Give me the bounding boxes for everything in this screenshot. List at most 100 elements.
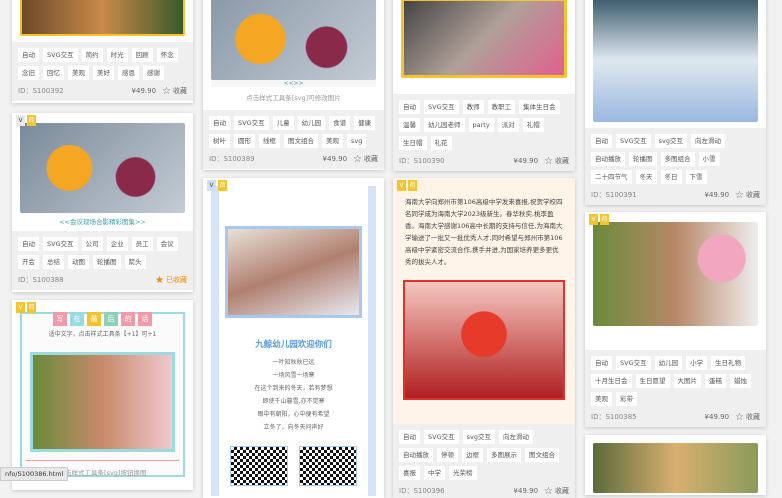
tag[interactable]: 时光	[106, 48, 128, 62]
tag[interactable]: 怀念	[156, 48, 178, 62]
tag[interactable]: 简约	[81, 48, 103, 62]
card-preview[interactable]: 九鲸幼儿园欢迎你们 一叶知秋秋已远 一场风雪一场寒 在这个到来的冬天，若有梦想 …	[203, 178, 384, 498]
template-card[interactable]: <<>> 点击样式工具条[svg]可修改图片 自动 SVG交互 儿童 幼儿园 食谱 健康树…	[203, 0, 384, 170]
tag[interactable]: 动图	[68, 255, 89, 269]
tag[interactable]: 员工	[131, 237, 153, 251]
tag[interactable]: SVG交互	[43, 237, 78, 251]
tag[interactable]: 蛋糕	[705, 374, 726, 388]
tag[interactable]: 美观	[68, 66, 89, 80]
tag[interactable]: 冬天	[635, 170, 657, 184]
tag[interactable]: SVG交互	[616, 356, 651, 370]
tag[interactable]: 线框	[259, 134, 280, 148]
tag[interactable]: 礼花	[430, 136, 452, 150]
tag[interactable]: 生日礼物	[711, 356, 746, 370]
tag[interactable]: 自动播放	[591, 152, 625, 166]
tag[interactable]: 生日愿望	[635, 374, 670, 388]
tag[interactable]: 回忆	[43, 66, 64, 80]
tag[interactable]: 小雪	[698, 152, 720, 166]
tag[interactable]: 感谢	[143, 66, 164, 80]
tag[interactable]: svg交互	[654, 134, 687, 148]
tag[interactable]: 幼儿园	[297, 116, 326, 130]
template-card[interactable]: 自动 SVG交互 简约 时光 回顾 怀念 念旧 回忆 美观 美好 感恩 感谢 ID：S100392 ¥4…	[12, 0, 193, 103]
card-preview[interactable]: <<>> 点击样式工具条[svg]可修改图片	[203, 0, 384, 110]
tag[interactable]: 向左滑动	[690, 134, 725, 148]
tag[interactable]: 儿童	[272, 116, 294, 130]
tag[interactable]: SVG交互	[234, 116, 269, 130]
tag[interactable]: 幼儿园	[654, 356, 683, 370]
tag[interactable]: 自动	[399, 430, 420, 444]
tag[interactable]: 二十四节气	[591, 170, 632, 184]
tag[interactable]: 教师	[462, 100, 484, 114]
tag[interactable]: 开会	[18, 255, 39, 269]
tag[interactable]: SVG交互	[616, 134, 651, 148]
tag[interactable]: 箭头	[124, 255, 146, 269]
tag[interactable]: 冬日	[660, 170, 682, 184]
card-preview[interactable]: <<会议现场合影精彩图集>>	[12, 113, 193, 231]
tag[interactable]: 美观	[591, 392, 612, 406]
tag[interactable]: 教职工	[487, 100, 516, 114]
tag[interactable]: 十月生日会	[591, 374, 632, 388]
tag[interactable]: 下雪	[685, 170, 707, 184]
favorite-button[interactable]: ☆ 收藏	[735, 412, 760, 423]
tag[interactable]: 美观	[322, 134, 343, 148]
favorite-button[interactable]: ★ 已收藏	[155, 275, 187, 286]
tag[interactable]: 图文组合	[284, 134, 318, 148]
tag[interactable]: 轮播图	[93, 255, 121, 269]
tag[interactable]: 感恩	[118, 66, 139, 80]
tag[interactable]: svg交互	[462, 430, 495, 444]
template-card[interactable]: V荷 <<会议现场合影精彩图集>> 自动 SVG交互 公司 企业 员工 会议 开会 总结 动图轮…	[12, 113, 193, 292]
card-preview[interactable]	[585, 212, 766, 350]
card-preview[interactable]	[12, 0, 193, 42]
favorite-button[interactable]: ☆ 收藏	[735, 190, 760, 201]
card-preview[interactable]: 写 在 最 后 的 话 适中文字，点击样式工具条【+1】可+1 点击样式工具条[…	[12, 300, 193, 489]
tag[interactable]: 总结	[43, 255, 64, 269]
tag[interactable]: 幼儿园老师	[424, 118, 465, 132]
tag[interactable]: 自动	[399, 100, 420, 114]
template-card[interactable]: V荷 写 在 最 后 的 话 适中文字，点击样式工具条【+1】可+1 点击样式工…	[12, 300, 193, 490]
tag[interactable]: 多图展示	[487, 448, 521, 462]
tag[interactable]: 图文组合	[525, 448, 559, 462]
tag[interactable]: 光荣榜	[449, 466, 477, 480]
tag[interactable]: 自动	[591, 134, 612, 148]
favorite-button[interactable]: ☆ 收藏	[544, 156, 569, 167]
card-preview[interactable]	[393, 0, 575, 94]
tag[interactable]: 向左滑动	[498, 430, 533, 444]
tag[interactable]: 喜报	[399, 466, 420, 480]
tag[interactable]: SVG交互	[43, 48, 78, 62]
tag[interactable]: 温馨	[399, 118, 420, 132]
favorite-button[interactable]: ☆ 收藏	[353, 154, 378, 165]
tag[interactable]: 圆形	[234, 134, 255, 148]
tag[interactable]: 集体生日会	[519, 100, 560, 114]
tag[interactable]: 自动	[209, 116, 230, 130]
tag[interactable]: 小学	[686, 356, 708, 370]
tag[interactable]: 彩带	[616, 392, 637, 406]
template-card[interactable]: 自动 SVG交互 教师 教职工 集体生日会 温馨 幼儿园老师 party 派对 礼帽 生日帽 礼花 I…	[393, 0, 575, 171]
tag[interactable]: SVG交互	[424, 100, 459, 114]
card-preview[interactable]: 海南大学向郑州市第106高级中学发来喜报,祝贺学校四名同学成为海南大学2023级…	[393, 178, 575, 424]
tag[interactable]: 美好	[93, 66, 114, 80]
tag[interactable]: 食谱	[329, 116, 351, 130]
card-preview[interactable]	[585, 435, 766, 495]
tag[interactable]: svg	[347, 134, 367, 148]
tag[interactable]: party	[468, 118, 494, 132]
tag[interactable]: 自动	[18, 237, 39, 251]
tag[interactable]: 自动	[18, 48, 39, 62]
template-card[interactable]: V荷 自动 SVG交互 幼儿园 小学 生日礼物 十月生日会 生日愿望 大图片 蛋糕 蜡烛 美观 彩带 …	[585, 212, 766, 427]
favorite-button[interactable]: ☆ 收藏	[544, 486, 569, 497]
tag[interactable]: 礼帽	[522, 118, 544, 132]
card-preview[interactable]	[585, 0, 766, 128]
tag[interactable]: 公司	[81, 237, 103, 251]
tag[interactable]: SVG交互	[424, 430, 459, 444]
tag[interactable]: 树叶	[209, 134, 230, 148]
tag[interactable]: 多图组合	[660, 152, 695, 166]
template-card[interactable]	[585, 435, 766, 495]
tag[interactable]: 停顿	[437, 448, 458, 462]
favorite-button[interactable]: ☆ 收藏	[162, 86, 187, 97]
tag[interactable]: 自动	[591, 356, 612, 370]
tag[interactable]: 派对	[497, 118, 519, 132]
tag[interactable]: 健康	[354, 116, 376, 130]
tag[interactable]: 企业	[106, 237, 128, 251]
tag[interactable]: 回顾	[131, 48, 153, 62]
template-card[interactable]: 自动 SVG交互 svg交互 向左滑动 自动播放 轮播图 多图组合 小雪 二十四节气 冬天 冬日 下雪…	[585, 0, 766, 205]
tag[interactable]: 大图片	[673, 374, 701, 388]
